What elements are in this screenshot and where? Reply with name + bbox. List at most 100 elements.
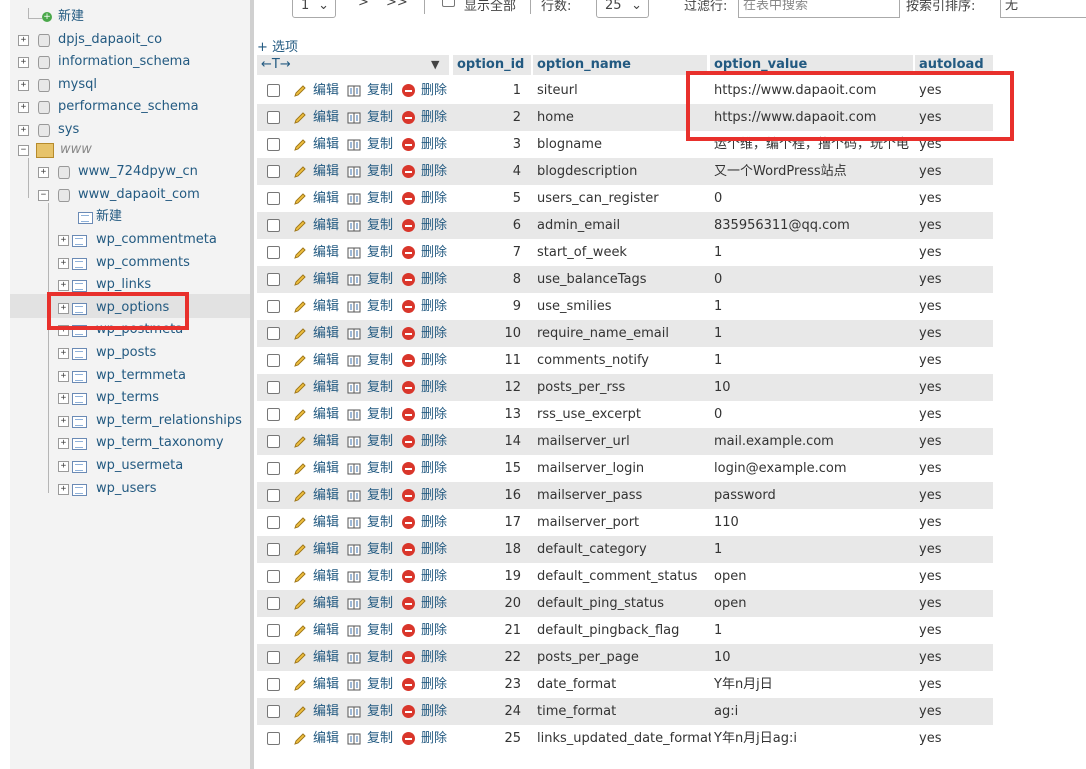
delete-link[interactable]: 删除 — [421, 590, 447, 617]
copy-link[interactable]: 复制 — [367, 509, 393, 536]
table-row[interactable]: 编辑 复制 删除 23 date_format Y年n月j日 yes — [257, 671, 993, 698]
delete-link[interactable]: 删除 — [421, 725, 447, 752]
table-row[interactable]: 编辑 复制 删除 25 links_updated_date_format Y年n月j日a… — [257, 725, 993, 752]
edit-link[interactable]: 编辑 — [313, 671, 339, 698]
row-checkbox[interactable] — [267, 462, 280, 475]
expand-icon[interactable]: + — [18, 102, 29, 113]
row-checkbox[interactable] — [267, 219, 280, 232]
delete-link[interactable]: 删除 — [421, 671, 447, 698]
edit-link[interactable]: 编辑 — [313, 239, 339, 266]
filter-input[interactable]: 在表中搜索 — [738, 0, 900, 18]
copy-link[interactable]: 复制 — [367, 104, 393, 131]
delete-link[interactable]: 删除 — [421, 266, 447, 293]
table-row[interactable]: 编辑 复制 删除 20 default_ping_status open yes — [257, 590, 993, 617]
row-checkbox[interactable] — [267, 327, 280, 340]
edit-link[interactable]: 编辑 — [313, 131, 339, 158]
expand-icon[interactable]: + — [58, 280, 69, 291]
copy-link[interactable]: 复制 — [367, 428, 393, 455]
edit-link[interactable]: 编辑 — [313, 266, 339, 293]
delete-link[interactable]: 删除 — [421, 455, 447, 482]
expand-icon[interactable]: + — [58, 348, 69, 359]
edit-link[interactable]: 编辑 — [313, 158, 339, 185]
expand-icon[interactable]: + — [18, 125, 29, 136]
copy-link[interactable]: 复制 — [367, 671, 393, 698]
copy-link[interactable]: 复制 — [367, 644, 393, 671]
edit-link[interactable]: 编辑 — [313, 212, 339, 239]
row-checkbox[interactable] — [267, 678, 280, 691]
sort-select[interactable]: 无 — [1000, 0, 1086, 18]
collapse-icon[interactable]: − — [38, 190, 49, 201]
expand-icon[interactable]: + — [58, 461, 69, 472]
table-row[interactable]: 编辑 复制 删除 24 time_format ag:i yes — [257, 698, 993, 725]
row-checkbox[interactable] — [267, 84, 280, 97]
copy-link[interactable]: 复制 — [367, 455, 393, 482]
copy-link[interactable]: 复制 — [367, 131, 393, 158]
table-row[interactable]: 编辑 复制 删除 11 comments_notify 1 yes — [257, 347, 993, 374]
row-checkbox[interactable] — [267, 516, 280, 529]
copy-link[interactable]: 复制 — [367, 482, 393, 509]
delete-link[interactable]: 删除 — [421, 374, 447, 401]
expand-icon[interactable]: + — [18, 57, 29, 68]
expand-icon[interactable]: + — [58, 416, 69, 427]
edit-link[interactable]: 编辑 — [313, 509, 339, 536]
copy-link[interactable]: 复制 — [367, 563, 393, 590]
copy-link[interactable]: 复制 — [367, 401, 393, 428]
edit-link[interactable]: 编辑 — [313, 482, 339, 509]
copy-link[interactable]: 复制 — [367, 698, 393, 725]
edit-link[interactable]: 编辑 — [313, 590, 339, 617]
sort-caret-icon[interactable]: ▼ — [431, 55, 439, 75]
expand-icon[interactable]: + — [58, 393, 69, 404]
table-row[interactable]: 编辑 复制 删除 22 posts_per_page 10 yes — [257, 644, 993, 671]
delete-link[interactable]: 删除 — [421, 347, 447, 374]
row-checkbox[interactable] — [267, 246, 280, 259]
copy-link[interactable]: 复制 — [367, 536, 393, 563]
row-checkbox[interactable] — [267, 651, 280, 664]
row-checkbox[interactable] — [267, 570, 280, 583]
delete-link[interactable]: 删除 — [421, 131, 447, 158]
delete-link[interactable]: 删除 — [421, 509, 447, 536]
next-page-button[interactable]: > — [358, 0, 369, 13]
row-checkbox[interactable] — [267, 138, 280, 151]
edit-link[interactable]: 编辑 — [313, 536, 339, 563]
delete-link[interactable]: 删除 — [421, 563, 447, 590]
delete-link[interactable]: 删除 — [421, 239, 447, 266]
rows-select[interactable]: 25 ⌄ — [596, 0, 649, 18]
table-row[interactable]: 编辑 复制 删除 19 default_comment_status open yes — [257, 563, 993, 590]
copy-link[interactable]: 复制 — [367, 617, 393, 644]
table-row[interactable]: 编辑 复制 删除 18 default_category 1 yes — [257, 536, 993, 563]
row-checkbox[interactable] — [267, 435, 280, 448]
column-arrows[interactable]: ←T→ — [261, 55, 291, 75]
expand-icon[interactable]: + — [58, 235, 69, 246]
delete-link[interactable]: 删除 — [421, 401, 447, 428]
edit-link[interactable]: 编辑 — [313, 428, 339, 455]
delete-link[interactable]: 删除 — [421, 536, 447, 563]
edit-link[interactable]: 编辑 — [313, 401, 339, 428]
show-all-checkbox[interactable] — [442, 0, 455, 7]
delete-link[interactable]: 删除 — [421, 77, 447, 104]
copy-link[interactable]: 复制 — [367, 725, 393, 752]
delete-link[interactable]: 删除 — [421, 644, 447, 671]
table-row[interactable]: 编辑 复制 删除 21 default_pingback_flag 1 yes — [257, 617, 993, 644]
copy-link[interactable]: 复制 — [367, 77, 393, 104]
table-row[interactable]: 编辑 复制 删除 15 mailserver_login login@example.co… — [257, 455, 993, 482]
row-checkbox[interactable] — [267, 408, 280, 421]
last-page-button[interactable]: >> — [386, 0, 408, 13]
edit-link[interactable]: 编辑 — [313, 725, 339, 752]
table-row[interactable]: 编辑 复制 删除 16 mailserver_pass password yes — [257, 482, 993, 509]
row-checkbox[interactable] — [267, 192, 280, 205]
copy-link[interactable]: 复制 — [367, 347, 393, 374]
edit-link[interactable]: 编辑 — [313, 320, 339, 347]
collapse-icon[interactable]: − — [18, 145, 29, 156]
table-row[interactable]: 编辑 复制 删除 4 blogdescription 又一个WordPress站点 yes — [257, 158, 993, 185]
table-row[interactable]: 编辑 复制 删除 6 admin_email 835956311@qq.com yes — [257, 212, 993, 239]
delete-link[interactable]: 删除 — [421, 482, 447, 509]
edit-link[interactable]: 编辑 — [313, 293, 339, 320]
edit-link[interactable]: 编辑 — [313, 374, 339, 401]
delete-link[interactable]: 删除 — [421, 320, 447, 347]
copy-link[interactable]: 复制 — [367, 239, 393, 266]
expand-icon[interactable]: + — [58, 484, 69, 495]
expand-icon[interactable]: + — [38, 167, 49, 178]
row-checkbox[interactable] — [267, 381, 280, 394]
edit-link[interactable]: 编辑 — [313, 185, 339, 212]
edit-link[interactable]: 编辑 — [313, 644, 339, 671]
